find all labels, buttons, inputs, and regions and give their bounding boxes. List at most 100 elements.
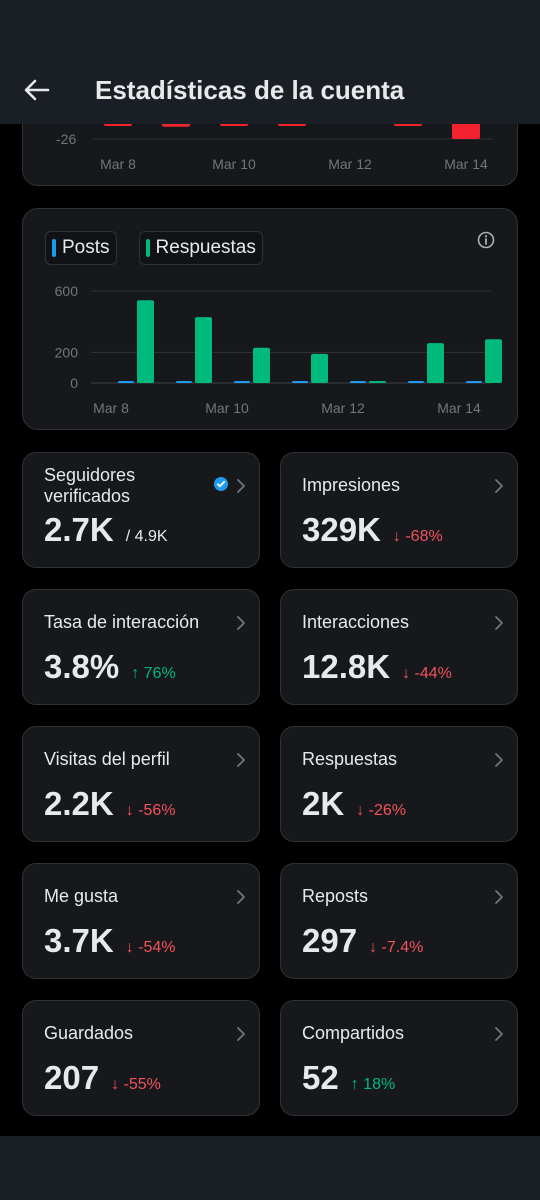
posts-bar — [292, 381, 308, 383]
status-bar — [0, 0, 540, 56]
y-tick-label: -26 — [56, 131, 76, 147]
stat-change-value: -55% — [123, 1076, 161, 1093]
stat-change-value: -68% — [405, 528, 443, 545]
stat-card[interactable]: Reposts 297 ↓ -7.4% — [280, 863, 518, 979]
chevron-right-icon — [495, 753, 503, 767]
arrow-down-icon: ↓ — [356, 802, 369, 819]
stat-card[interactable]: Compartidos 52 ↑ 18% — [280, 1000, 518, 1116]
y-tick-label: 600 — [55, 283, 79, 299]
stat-value: 2.2K — [44, 785, 114, 822]
stat-card[interactable]: Guardados 207 ↓ -55% — [22, 1000, 260, 1116]
navigation-bar — [0, 1136, 540, 1200]
x-tick-label: Mar 8 — [100, 156, 136, 172]
verified-badge-icon — [214, 477, 228, 491]
stat-change-value: -7.4% — [381, 939, 424, 956]
stat-change-down: ↓ -56% — [126, 802, 176, 820]
posts-bar — [176, 381, 192, 383]
arrow-down-icon: ↓ — [392, 528, 406, 545]
y-tick-label: 0 — [70, 375, 78, 391]
x-tick-label: Mar 14 — [437, 400, 481, 416]
stat-value-row: 2K ↓ -26% — [302, 785, 406, 823]
arrow-down-icon: ↓ — [402, 665, 415, 682]
stat-value: 207 — [44, 1059, 100, 1096]
app-header: Estadísticas de la cuenta — [0, 56, 540, 124]
stat-change-down: ↓ -26% — [356, 802, 406, 820]
replies-bar — [369, 381, 386, 383]
chevron-right-icon — [237, 890, 245, 904]
stat-label: Respuestas — [302, 749, 398, 769]
chevron-right-icon — [237, 616, 245, 630]
stat-value-row: 3.7K ↓ -54% — [44, 922, 176, 960]
x-tick-label: Mar 12 — [328, 156, 372, 172]
stat-change-down: ↓ -7.4% — [369, 939, 423, 957]
chevron-right-icon — [237, 479, 245, 493]
change-bar — [452, 123, 480, 139]
stat-change-value: -56% — [138, 802, 176, 819]
stat-value-row: 207 ↓ -55% — [44, 1059, 161, 1097]
posts-bar — [234, 381, 250, 383]
posts-bar — [408, 381, 424, 383]
stat-value: 3.8% — [44, 648, 120, 685]
replies-bar — [253, 347, 270, 383]
chevron-right-icon — [495, 1027, 503, 1041]
stat-value-row: 297 ↓ -7.4% — [302, 922, 423, 960]
stat-label: Interacciones — [302, 612, 410, 632]
stat-value-row: 3.8% ↑ 76% — [44, 648, 176, 686]
chevron-right-icon — [237, 1027, 245, 1041]
stat-card[interactable]: Respuestas 2K ↓ -26% — [280, 726, 518, 842]
arrow-left-icon — [24, 79, 50, 101]
replies-bar — [137, 300, 154, 383]
stat-card[interactable]: Tasa de interacción 3.8% ↑ 76% — [22, 589, 260, 705]
stat-card[interactable]: Impresiones 329K ↓ -68% — [280, 452, 518, 568]
stat-label: Me gusta — [44, 886, 119, 906]
stat-value-row: 52 ↑ 18% — [302, 1059, 395, 1097]
posts-bar — [466, 381, 482, 383]
arrow-up-icon: ↑ — [350, 1076, 364, 1093]
posts-replies-chart: 0 200 600 Mar 8 Mar 10 Mar 12 Mar 14 — [55, 283, 502, 416]
replies-bar — [485, 339, 502, 383]
arrow-down-icon: ↓ — [125, 802, 139, 819]
chevron-right-icon — [237, 753, 245, 767]
stat-value-row: 12.8K ↓ -44% — [302, 648, 452, 686]
posts-bar — [350, 381, 366, 383]
stat-card[interactable]: Seguidores verificados 2.7K / 4.9K — [22, 452, 260, 568]
stat-label: Visitas del perfil — [44, 749, 170, 769]
stat-value: 12.8K — [302, 648, 391, 685]
stat-label: Seguidores verificados — [44, 465, 136, 506]
stat-label: Tasa de interacción — [44, 612, 200, 632]
stat-total: / 4.9K — [125, 528, 168, 545]
stat-change-up: ↑ 76% — [131, 665, 175, 683]
stat-value: 329K — [302, 511, 381, 548]
chevron-right-icon — [495, 616, 503, 630]
chevron-right-icon — [495, 890, 503, 904]
arrow-down-icon: ↓ — [369, 939, 382, 956]
stat-change-down: ↓ -44% — [402, 665, 452, 683]
stat-value-row: 2.7K / 4.9K — [44, 511, 168, 549]
replies-bar — [427, 343, 444, 383]
back-button[interactable] — [15, 68, 59, 112]
stat-value-row: 329K ↓ -68% — [302, 511, 443, 549]
posts-bar — [118, 381, 134, 383]
chevron-right-icon — [495, 479, 503, 493]
stat-label: Impresiones — [302, 475, 401, 495]
stat-value: 297 — [302, 922, 358, 959]
stat-card[interactable]: Interacciones 12.8K ↓ -44% — [280, 589, 518, 705]
arrow-down-icon: ↓ — [125, 939, 139, 956]
stat-value-row: 2.2K ↓ -56% — [44, 785, 176, 823]
stat-value: 2.7K — [44, 511, 114, 548]
stat-change-value: 18% — [363, 1076, 396, 1093]
stat-card[interactable]: Visitas del perfil 2.2K ↓ -56% — [22, 726, 260, 842]
x-tick-label: Mar 12 — [321, 400, 365, 416]
stat-value: 2K — [302, 785, 345, 822]
arrow-up-icon: ↑ — [131, 665, 144, 682]
stat-change-down: ↓ -68% — [393, 528, 443, 546]
page-title: Estadísticas de la cuenta — [95, 74, 405, 105]
stat-value: 3.7K — [44, 922, 114, 959]
stat-change-value: -44% — [414, 665, 452, 682]
x-tick-label: Mar 14 — [444, 156, 488, 172]
stat-change-value: -54% — [138, 939, 176, 956]
stat-card[interactable]: Me gusta 3.7K ↓ -54% — [22, 863, 260, 979]
stat-change-value: 76% — [143, 665, 176, 682]
stat-change-down: ↓ -54% — [126, 939, 176, 957]
stat-change-up: ↑ 18% — [351, 1076, 395, 1094]
